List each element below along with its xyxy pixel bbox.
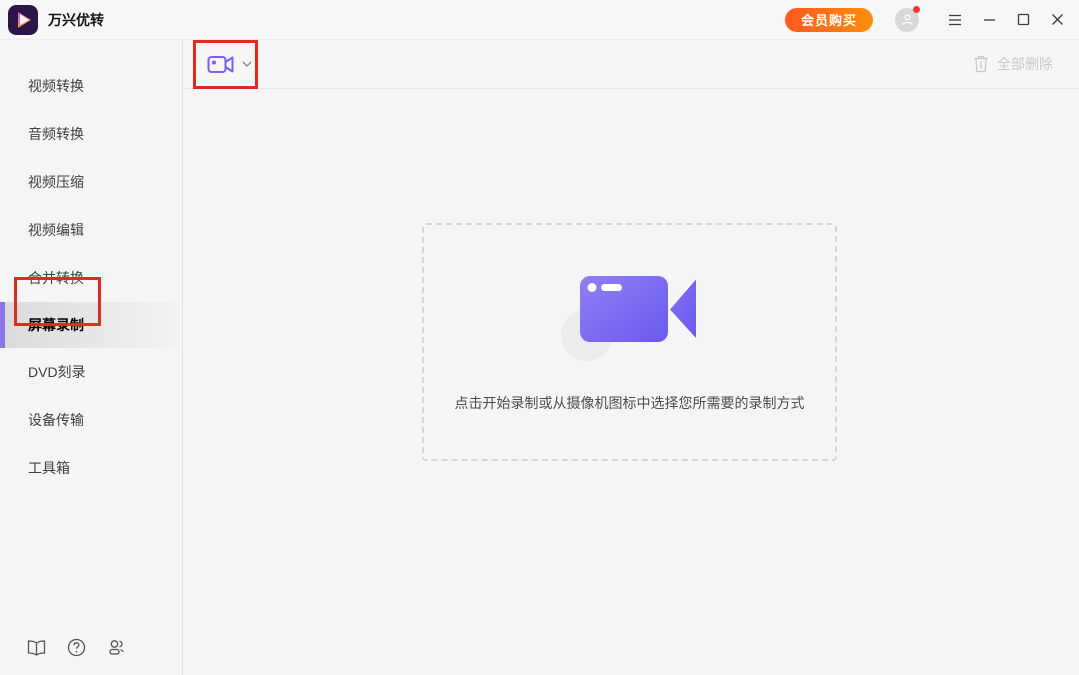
titlebar: 万兴优转 会员购买 [0, 0, 1079, 40]
help-icon[interactable] [67, 638, 86, 657]
video-camera-icon [207, 55, 234, 73]
record-main-panel: 点击开始录制或从摄像机图标中选择您所需要的录制方式 [183, 89, 1079, 675]
sidebar-item-merge-convert[interactable]: 合并转换 [0, 254, 182, 302]
toolbar: 全部删除 [183, 40, 1079, 89]
close-icon[interactable] [1049, 12, 1065, 28]
trash-icon [974, 55, 988, 73]
user-avatar[interactable] [895, 5, 920, 32]
sidebar-footer [0, 638, 182, 675]
app-logo-icon [8, 4, 38, 35]
sidebar-item-audio-convert[interactable]: 音频转换 [0, 110, 182, 158]
contact-icon[interactable] [107, 638, 126, 657]
delete-all-label: 全部删除 [997, 56, 1053, 72]
app-title: 万兴优转 [48, 11, 104, 28]
content-area: 全部删除 点击开始录制或从摄像机图标中选择您所需要的录制方式 [183, 40, 1079, 675]
guide-book-icon[interactable] [27, 638, 46, 657]
sidebar-item-dvd-burn[interactable]: DVD刻录 [0, 348, 182, 396]
notification-dot [913, 5, 920, 13]
dropzone-hint-text: 点击开始录制或从摄像机图标中选择您所需要的录制方式 [454, 395, 805, 411]
sidebar: 视频转换 音频转换 视频压缩 视频编辑 合并转换 屏幕录制 DVD刻录 设备传输… [0, 40, 183, 675]
sidebar-item-screen-record[interactable]: 屏幕录制 [0, 302, 182, 348]
sidebar-item-device-transfer[interactable]: 设备传输 [0, 396, 182, 444]
membership-buy-button[interactable]: 会员购买 [784, 7, 873, 32]
sidebar-item-video-compress[interactable]: 视频压缩 [0, 158, 182, 206]
delete-all-button[interactable]: 全部删除 [973, 54, 1053, 74]
video-camera-illustration [560, 276, 696, 361]
sidebar-item-toolbox[interactable]: 工具箱 [0, 444, 182, 492]
sidebar-item-video-edit[interactable]: 视频编辑 [0, 206, 182, 254]
sidebar-item-video-convert[interactable]: 视频转换 [0, 62, 182, 110]
start-record-dropzone[interactable]: 点击开始录制或从摄像机图标中选择您所需要的录制方式 [422, 223, 837, 461]
chevron-down-icon [242, 61, 252, 67]
minimize-icon[interactable] [981, 12, 997, 28]
maximize-icon[interactable] [1015, 12, 1031, 28]
hamburger-menu-icon[interactable] [947, 12, 963, 28]
record-mode-dropdown[interactable] [207, 54, 252, 75]
